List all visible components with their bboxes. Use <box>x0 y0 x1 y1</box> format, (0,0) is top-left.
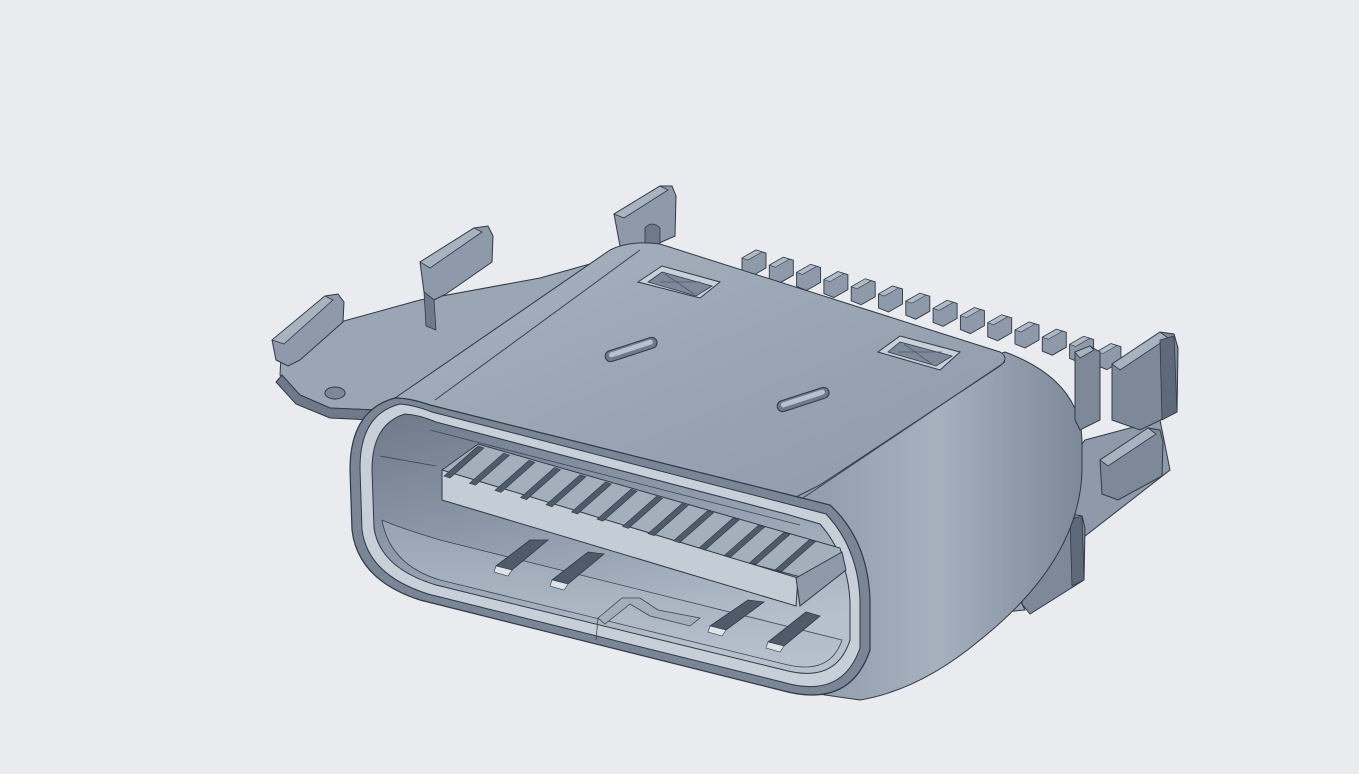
connector-3d-model <box>0 0 1359 774</box>
cad-viewport[interactable] <box>0 0 1359 774</box>
rear-right-pin <box>1074 345 1101 431</box>
